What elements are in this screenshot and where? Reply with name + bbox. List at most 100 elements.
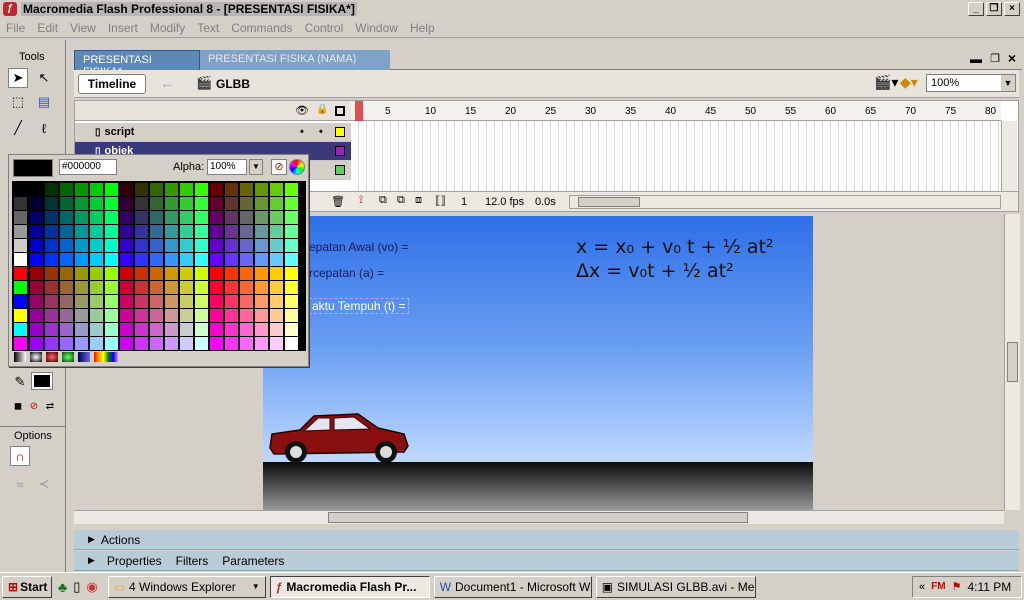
color-swatch[interactable]: [30, 281, 43, 294]
color-swatch[interactable]: [60, 239, 73, 252]
color-swatch[interactable]: [195, 281, 208, 294]
color-swatch[interactable]: [210, 267, 223, 280]
color-swatch[interactable]: [150, 183, 163, 196]
smooth-icon[interactable]: ≈: [10, 474, 30, 494]
color-swatch[interactable]: [165, 183, 178, 196]
color-swatch[interactable]: [225, 337, 238, 350]
layer-script[interactable]: ▯ script • •: [75, 123, 351, 142]
color-swatch[interactable]: [120, 295, 133, 308]
color-swatch[interactable]: [270, 323, 283, 336]
color-swatch[interactable]: [30, 253, 43, 266]
color-swatch[interactable]: [180, 309, 193, 322]
color-swatch[interactable]: [120, 225, 133, 238]
back-arrow-icon[interactable]: ←: [160, 75, 174, 91]
color-swatch[interactable]: [225, 281, 238, 294]
properties-panel-header[interactable]: ▶ Properties Filters Parameters: [74, 551, 1019, 571]
actions-panel-header[interactable]: ▶ Actions: [74, 530, 1019, 550]
color-swatch[interactable]: [75, 211, 88, 224]
color-swatch[interactable]: [105, 211, 118, 224]
color-swatch[interactable]: [240, 239, 253, 252]
frame-grid[interactable]: [351, 121, 1001, 191]
minimize-button[interactable]: _: [968, 2, 984, 16]
straighten-icon[interactable]: ≺: [34, 474, 54, 494]
color-swatch[interactable]: [60, 225, 73, 238]
color-swatch[interactable]: [120, 337, 133, 350]
color-swatch[interactable]: [255, 197, 268, 210]
free-transform-icon[interactable]: ⬚: [8, 92, 28, 112]
color-swatch[interactable]: [180, 337, 193, 350]
color-swatch[interactable]: [210, 323, 223, 336]
parameters-tab[interactable]: Parameters: [222, 554, 284, 568]
color-swatch[interactable]: [45, 323, 58, 336]
edit-scene-icon[interactable]: 🎬▾: [874, 74, 898, 91]
color-swatch[interactable]: [105, 253, 118, 266]
task-word[interactable]: W Document1 - Microsoft W...: [433, 575, 592, 598]
quicklaunch-doc-icon[interactable]: ▯: [73, 579, 80, 595]
snap-magnet-icon[interactable]: ∩: [10, 446, 30, 466]
alpha-dropdown-icon[interactable]: ▼: [249, 159, 263, 175]
color-swatch[interactable]: [30, 337, 43, 350]
color-swatch[interactable]: [240, 225, 253, 238]
color-swatch[interactable]: [195, 253, 208, 266]
color-swatch[interactable]: [240, 267, 253, 280]
timeline-button[interactable]: Timeline: [78, 74, 146, 94]
tab-presentasi-fisika-nama[interactable]: PRESENTASI FISIKA (NAMA): [200, 50, 390, 70]
color-swatch[interactable]: [195, 239, 208, 252]
color-swatch[interactable]: [45, 225, 58, 238]
eye-icon[interactable]: 👁: [295, 104, 309, 117]
color-swatch[interactable]: [105, 239, 118, 252]
color-swatch[interactable]: [105, 295, 118, 308]
color-swatch[interactable]: [60, 253, 73, 266]
color-swatch[interactable]: [120, 323, 133, 336]
color-swatch[interactable]: [120, 211, 133, 224]
color-swatch[interactable]: [135, 183, 148, 196]
doc-close-icon[interactable]: ×: [1008, 50, 1016, 66]
tray-fm-icon[interactable]: FM: [931, 581, 945, 592]
color-swatch[interactable]: [30, 183, 43, 196]
color-swatch[interactable]: [75, 225, 88, 238]
color-swatch[interactable]: [150, 323, 163, 336]
menu-edit[interactable]: Edit: [31, 21, 64, 35]
color-swatch[interactable]: [195, 225, 208, 238]
color-swatch[interactable]: [150, 225, 163, 238]
color-swatch[interactable]: [60, 337, 73, 350]
quicklaunch-media-icon[interactable]: ◉: [86, 579, 97, 595]
color-swatch[interactable]: [45, 295, 58, 308]
onion-markers-icon[interactable]: ⟦⟧: [435, 194, 446, 207]
color-swatch[interactable]: [90, 183, 103, 196]
color-swatch[interactable]: [165, 337, 178, 350]
alpha-input[interactable]: 100%: [207, 159, 247, 175]
stage-vscrollbar[interactable]: [1004, 214, 1020, 510]
lasso-tool-icon[interactable]: ℓ: [34, 118, 54, 138]
color-swatch[interactable]: [270, 295, 283, 308]
color-swatch[interactable]: [135, 281, 148, 294]
trash-icon[interactable]: 🗑: [331, 195, 345, 208]
close-button[interactable]: ×: [1004, 2, 1020, 16]
fill-color-swatch[interactable]: [31, 372, 53, 390]
color-swatch[interactable]: [255, 323, 268, 336]
color-swatch[interactable]: [240, 309, 253, 322]
color-swatch[interactable]: [165, 267, 178, 280]
time-label[interactable]: aktu Tempuh (t) =: [309, 298, 409, 314]
color-swatch[interactable]: [105, 309, 118, 322]
color-swatch[interactable]: [90, 253, 103, 266]
swap-colors-icon[interactable]: ⇄: [40, 396, 60, 416]
color-swatch[interactable]: [14, 323, 27, 336]
color-swatch[interactable]: [60, 211, 73, 224]
color-swatch[interactable]: [90, 295, 103, 308]
color-swatch[interactable]: [45, 309, 58, 322]
color-swatch[interactable]: [240, 295, 253, 308]
color-swatch[interactable]: [180, 295, 193, 308]
color-swatch[interactable]: [30, 225, 43, 238]
color-swatch[interactable]: [240, 281, 253, 294]
color-swatch[interactable]: [90, 239, 103, 252]
properties-tab[interactable]: Properties: [107, 554, 162, 568]
color-swatch[interactable]: [285, 295, 298, 308]
color-swatch[interactable]: [180, 197, 193, 210]
color-swatch[interactable]: [165, 309, 178, 322]
color-swatch[interactable]: [14, 267, 27, 280]
color-swatch[interactable]: [225, 253, 238, 266]
start-button[interactable]: ⊞ Start: [2, 575, 52, 598]
color-swatch[interactable]: [285, 211, 298, 224]
color-swatch[interactable]: [120, 281, 133, 294]
